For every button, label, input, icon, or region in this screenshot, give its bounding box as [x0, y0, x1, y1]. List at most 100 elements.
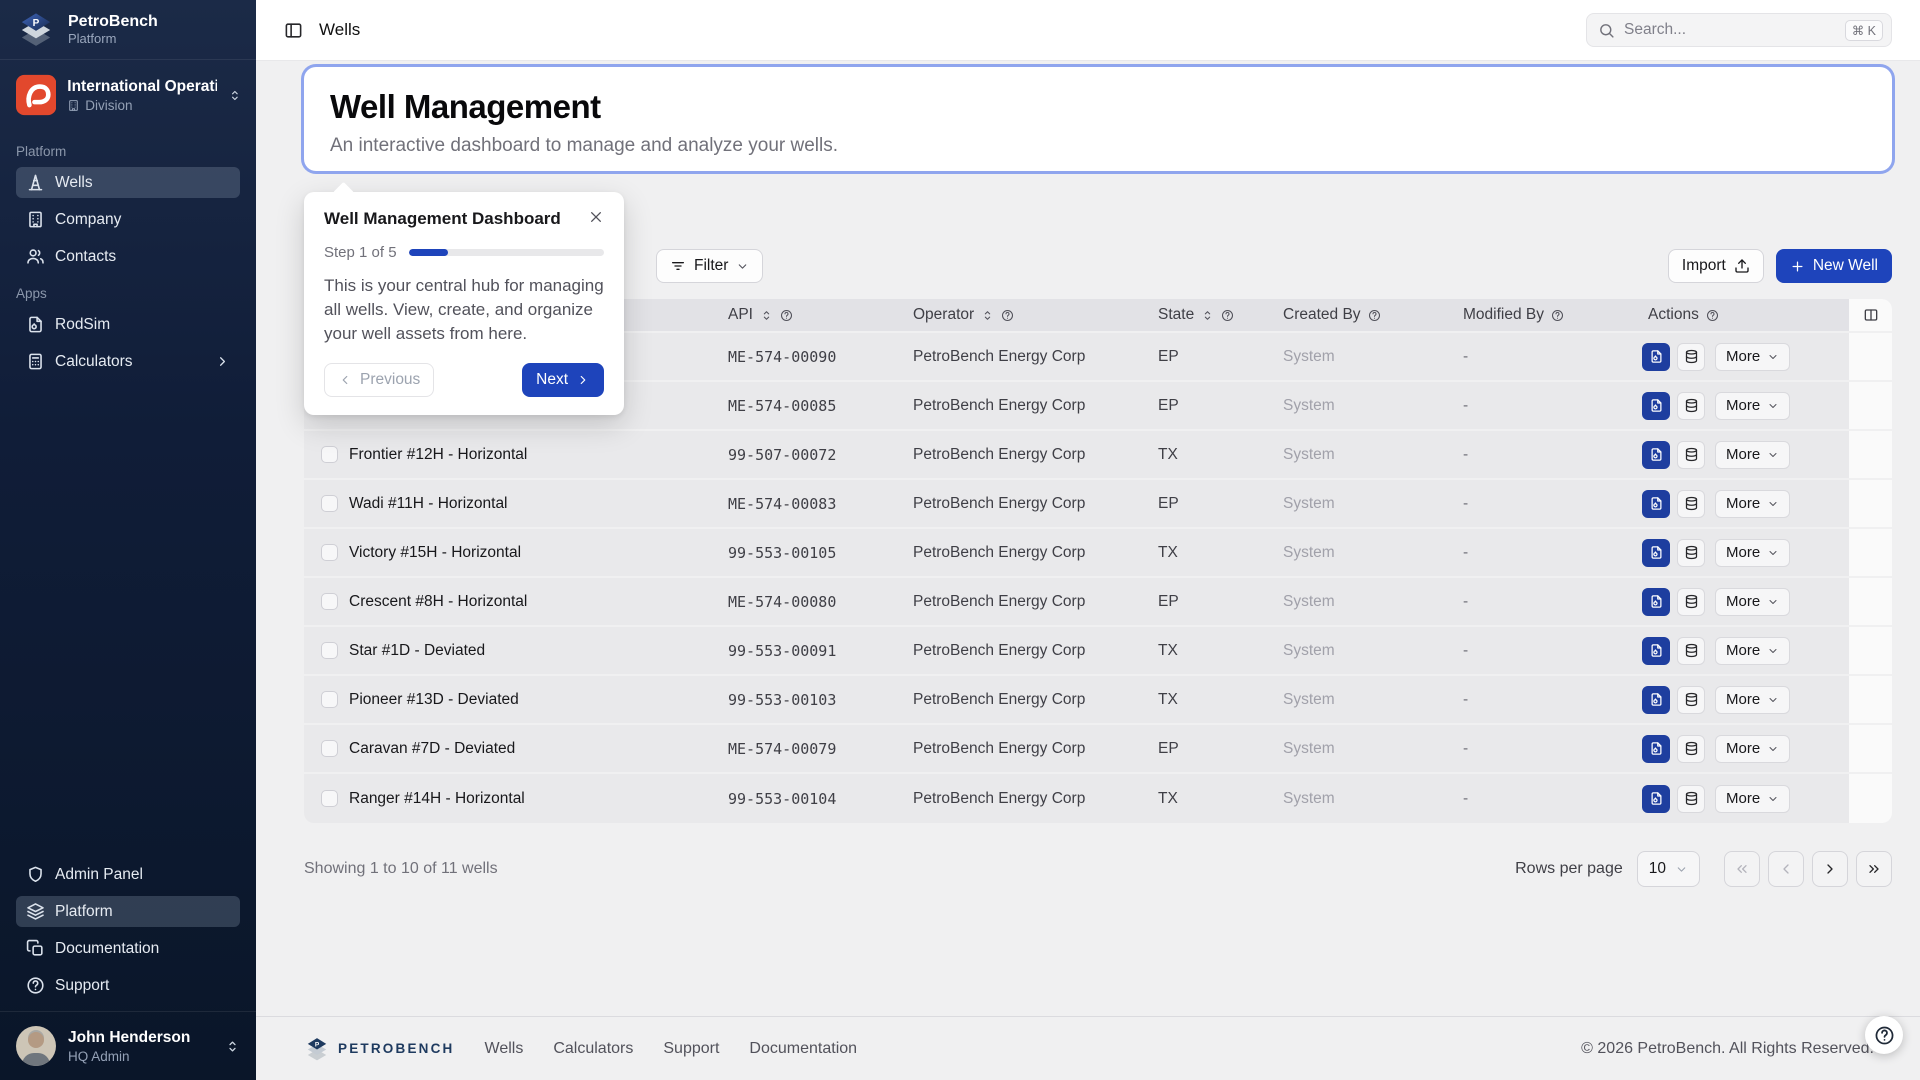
- row-checkbox[interactable]: [321, 691, 338, 708]
- more-button[interactable]: More: [1715, 735, 1790, 763]
- table-row: Ranger #14H - Horizontal 99-553-00104 Pe…: [304, 774, 1892, 823]
- sidebar-item-contacts[interactable]: Contacts: [16, 241, 240, 272]
- data-action-button[interactable]: [1677, 588, 1705, 616]
- data-action-button[interactable]: [1677, 392, 1705, 420]
- column-settings-cell[interactable]: [1849, 299, 1892, 331]
- row-checkbox[interactable]: [321, 642, 338, 659]
- topbar: Wells ⌘ K: [256, 0, 1920, 61]
- sidebar-item-wells[interactable]: Wells: [16, 167, 240, 198]
- brand-subtitle: Platform: [68, 31, 158, 46]
- row-checkbox[interactable]: [321, 495, 338, 512]
- header-state[interactable]: State: [1144, 299, 1269, 331]
- data-action-button[interactable]: [1677, 490, 1705, 518]
- user-menu[interactable]: John Henderson HQ Admin: [0, 1011, 256, 1080]
- previous-page-button[interactable]: [1768, 851, 1804, 887]
- help-circle-icon[interactable]: [1368, 309, 1381, 322]
- more-button[interactable]: More: [1715, 686, 1790, 714]
- sort-icon[interactable]: [981, 309, 994, 322]
- rodsim-action-button[interactable]: [1642, 441, 1670, 469]
- well-name-cell[interactable]: Ranger #14H - Horizontal: [344, 774, 714, 823]
- footer-link-calculators[interactable]: Calculators: [553, 1040, 633, 1058]
- help-circle-icon[interactable]: [780, 309, 793, 322]
- rodsim-action-button[interactable]: [1642, 785, 1670, 813]
- sidebar-item-documentation[interactable]: Documentation: [16, 933, 240, 964]
- columns-icon[interactable]: [1863, 307, 1879, 323]
- rows-per-page-label: Rows per page: [1515, 860, 1623, 878]
- help-circle-icon[interactable]: [1551, 309, 1564, 322]
- sidebar-item-platform[interactable]: Platform: [16, 896, 240, 927]
- first-page-button[interactable]: [1724, 851, 1760, 887]
- help-circle-icon[interactable]: [1221, 309, 1234, 322]
- footer-link-documentation[interactable]: Documentation: [749, 1040, 857, 1058]
- import-button[interactable]: Import: [1668, 249, 1764, 283]
- new-well-button[interactable]: New Well: [1776, 249, 1892, 283]
- search-input[interactable]: [1624, 21, 1836, 39]
- well-modified-by-cell: -: [1449, 529, 1634, 576]
- well-name-cell[interactable]: Pioneer #13D - Deviated: [344, 676, 714, 723]
- well-name-cell[interactable]: Star #1D - Deviated: [344, 627, 714, 674]
- filter-button[interactable]: Filter: [656, 249, 763, 283]
- sidebar-item-company[interactable]: Company: [16, 204, 240, 235]
- rodsim-action-button[interactable]: [1642, 637, 1670, 665]
- data-action-button[interactable]: [1677, 637, 1705, 665]
- more-button[interactable]: More: [1715, 637, 1790, 665]
- org-switcher[interactable]: International Operatio Division: [0, 60, 256, 130]
- row-checkbox[interactable]: [321, 446, 338, 463]
- rodsim-action-button[interactable]: [1642, 735, 1670, 763]
- rodsim-action-button[interactable]: [1642, 343, 1670, 371]
- more-button[interactable]: More: [1715, 785, 1790, 813]
- data-action-button[interactable]: [1677, 735, 1705, 763]
- data-action-button[interactable]: [1677, 539, 1705, 567]
- more-button[interactable]: More: [1715, 392, 1790, 420]
- sidebar-item-admin-panel[interactable]: Admin Panel: [16, 859, 240, 890]
- help-circle-icon[interactable]: [1706, 309, 1719, 322]
- page-size-select[interactable]: 10: [1637, 851, 1700, 887]
- row-checkbox[interactable]: [321, 740, 338, 757]
- more-button[interactable]: More: [1715, 539, 1790, 567]
- next-page-button[interactable]: [1812, 851, 1848, 887]
- data-action-button[interactable]: [1677, 343, 1705, 371]
- close-icon[interactable]: [588, 209, 604, 225]
- row-checkbox[interactable]: [321, 593, 338, 610]
- well-name-cell[interactable]: Victory #15H - Horizontal: [344, 529, 714, 576]
- data-action-button[interactable]: [1677, 785, 1705, 813]
- more-button[interactable]: More: [1715, 490, 1790, 518]
- data-action-button[interactable]: [1677, 441, 1705, 469]
- sort-icon[interactable]: [1201, 309, 1214, 322]
- sidebar-item-support[interactable]: Support: [16, 970, 240, 1001]
- rodsim-action-button[interactable]: [1642, 588, 1670, 616]
- last-page-button[interactable]: [1856, 851, 1892, 887]
- sidebar-item-calculators[interactable]: Calculators: [16, 346, 240, 377]
- well-api-cell: 99-553-00105: [714, 529, 899, 576]
- next-button[interactable]: Next: [522, 363, 604, 397]
- footer-link-support[interactable]: Support: [663, 1040, 719, 1058]
- file-gear-icon: [1649, 447, 1664, 462]
- well-name-cell[interactable]: Caravan #7D - Deviated: [344, 725, 714, 772]
- rodsim-action-button[interactable]: [1642, 490, 1670, 518]
- well-name-cell[interactable]: Frontier #12H - Horizontal: [344, 431, 714, 478]
- footer-link-wells[interactable]: Wells: [485, 1040, 524, 1058]
- sort-icon[interactable]: [760, 309, 773, 322]
- well-name-cell[interactable]: Wadi #11H - Horizontal: [344, 480, 714, 527]
- rodsim-action-button[interactable]: [1642, 392, 1670, 420]
- panel-left-toggle-icon[interactable]: [284, 21, 303, 40]
- header-operator[interactable]: Operator: [899, 299, 1144, 331]
- sidebar-item-rodsim[interactable]: RodSim: [16, 309, 240, 340]
- file-gear-icon: [1649, 643, 1664, 658]
- row-checkbox[interactable]: [321, 544, 338, 561]
- help-circle-icon[interactable]: [1001, 309, 1014, 322]
- user-name: John Henderson: [68, 1029, 190, 1047]
- more-button[interactable]: More: [1715, 588, 1790, 616]
- help-fab-button[interactable]: [1865, 1016, 1903, 1054]
- more-button[interactable]: More: [1715, 441, 1790, 469]
- data-action-button[interactable]: [1677, 686, 1705, 714]
- more-button[interactable]: More: [1715, 343, 1790, 371]
- previous-button[interactable]: Previous: [324, 363, 434, 397]
- well-created-by-cell: System: [1269, 774, 1449, 823]
- well-name-cell[interactable]: Crescent #8H - Horizontal: [344, 578, 714, 625]
- search-box[interactable]: ⌘ K: [1586, 13, 1892, 47]
- rodsim-action-button[interactable]: [1642, 686, 1670, 714]
- header-api[interactable]: API: [714, 299, 899, 331]
- rodsim-action-button[interactable]: [1642, 539, 1670, 567]
- row-checkbox[interactable]: [321, 790, 338, 807]
